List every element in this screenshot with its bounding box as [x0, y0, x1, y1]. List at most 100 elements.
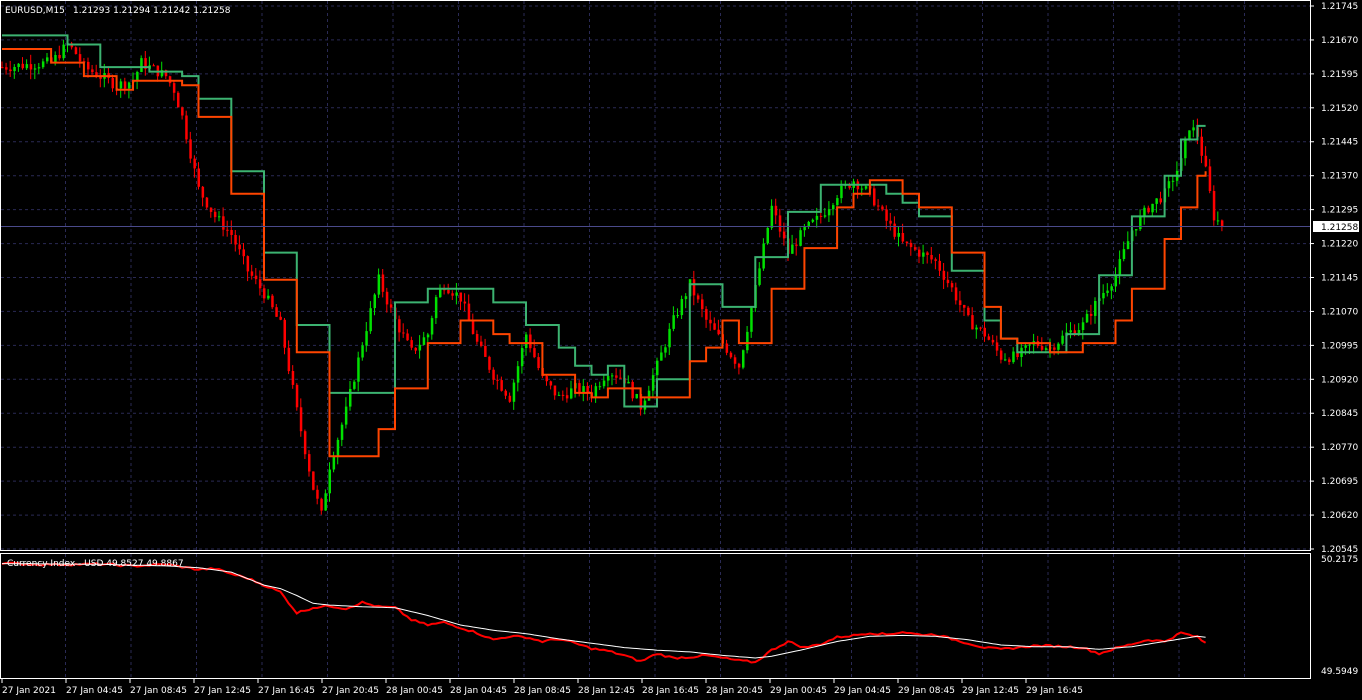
candle-body [1069, 330, 1072, 333]
candle-body [967, 307, 970, 316]
candle-body [696, 295, 700, 300]
time-tick-label: 27 Jan 2021 [2, 686, 56, 696]
candle-body [111, 77, 114, 89]
candle-body [340, 424, 344, 440]
indicator-grid [65, 554, 1245, 678]
time-tick-label: 28 Jan 08:45 [514, 686, 571, 696]
candle-body [1204, 155, 1208, 167]
candle-body [287, 347, 291, 372]
candle-body [46, 57, 49, 62]
candle-body [222, 216, 225, 230]
candle-body [336, 439, 340, 458]
candle-body [434, 297, 438, 319]
candle-body [447, 289, 450, 294]
candle-body [1155, 198, 1158, 204]
candle-body [975, 327, 978, 330]
candle-body [827, 209, 831, 216]
indicator-title: Currency Index - USD 49.8527 49.8867 [7, 559, 184, 569]
candle-body [316, 489, 319, 499]
time-tick-label: 28 Jan 04:45 [450, 686, 507, 696]
candle-body [672, 315, 675, 329]
candle-body [1044, 348, 1048, 350]
candle-body [291, 371, 295, 385]
candle-body [189, 139, 192, 159]
current-price-label: 1.21258 [1321, 223, 1358, 233]
price-tick-label: 1.20770 [1321, 443, 1358, 453]
candle-body [369, 308, 372, 332]
candle-body [1061, 335, 1064, 344]
candle-body [283, 319, 286, 348]
candle-body [594, 386, 598, 397]
candle-body [979, 327, 982, 329]
candle-body [54, 55, 57, 63]
candle-body [463, 301, 467, 304]
candle-body [709, 319, 712, 324]
candle-body [680, 299, 684, 316]
time-tick-label: 29 Jan 12:45 [962, 686, 1019, 696]
candle-body [1200, 136, 1203, 156]
candle-body [525, 334, 528, 348]
candle-body [705, 309, 708, 320]
candle-body [971, 315, 974, 330]
candle-body [426, 334, 430, 338]
candle-body [578, 383, 581, 393]
candle-body [995, 342, 999, 351]
candle-body [279, 316, 282, 320]
candle-body [152, 65, 155, 67]
candle-body [570, 388, 573, 399]
candle-body [1122, 249, 1126, 259]
candle-body [742, 350, 745, 368]
price-tick-label: 1.21220 [1321, 240, 1358, 250]
candle-body [177, 92, 180, 108]
candle-body [606, 375, 610, 381]
candle-body [909, 242, 913, 248]
candle-body [999, 350, 1003, 360]
candle-body [758, 268, 761, 285]
price-tick-label: 1.20845 [1321, 409, 1358, 419]
candle-body [119, 81, 123, 89]
candle-body [373, 294, 376, 309]
candle-body [238, 244, 241, 250]
candle-body [930, 255, 933, 260]
candle-body [185, 115, 188, 140]
candle-body [615, 375, 618, 378]
candle-body [1089, 313, 1093, 316]
candle-body [1008, 359, 1011, 362]
candle-body [832, 205, 835, 210]
candle-body [25, 64, 29, 69]
candle-body [778, 215, 782, 232]
price-tick-label: 1.21295 [1321, 206, 1358, 216]
candle-body [246, 256, 250, 272]
candle-body [234, 235, 237, 245]
candle-body [725, 343, 729, 353]
candle-body [684, 296, 688, 300]
candle-body [897, 233, 900, 237]
candle-body [308, 454, 311, 472]
candle-body [643, 400, 647, 410]
candle-body [5, 67, 8, 70]
candle-body [791, 244, 794, 254]
candle-body [647, 390, 651, 401]
candle-body [140, 58, 143, 72]
candle-body [33, 68, 37, 70]
candle-body [860, 188, 864, 190]
candle-body [651, 375, 655, 391]
candle-body [62, 44, 65, 59]
candle-body [774, 205, 778, 216]
candle-body [1053, 347, 1056, 350]
price-tick-label: 1.21670 [1321, 36, 1358, 46]
candle-body [549, 381, 553, 386]
candle-body [480, 341, 483, 346]
candle-body [664, 347, 667, 353]
candle-body [1094, 301, 1097, 316]
candle-body [901, 233, 905, 242]
time-tick-label: 27 Jan 04:45 [66, 686, 123, 696]
candle-body [488, 356, 491, 370]
candle-body [226, 229, 229, 231]
candle-body [815, 215, 819, 220]
candle-body [676, 315, 679, 317]
candle-body [782, 231, 786, 239]
candle-body [430, 318, 434, 335]
candle-body [312, 471, 315, 490]
candle-body [500, 380, 503, 391]
